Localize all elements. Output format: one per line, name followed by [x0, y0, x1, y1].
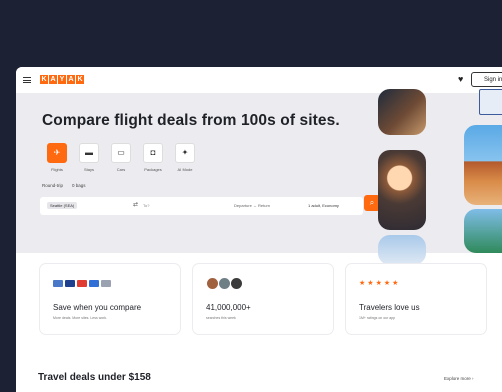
travel-photo: [378, 235, 426, 265]
tab-ai-mode[interactable]: ✦ AI Mode: [174, 143, 196, 172]
tab-label: Flights: [51, 167, 63, 172]
partner-logo: [65, 279, 75, 287]
sparkle-icon: ✦: [175, 143, 195, 163]
feature-card: 41,000,000+ searches this week: [193, 264, 333, 334]
card-title: 41,000,000+: [206, 303, 251, 312]
logo-letter: K: [76, 75, 84, 84]
tab-label: Packages: [144, 167, 162, 172]
suitcase-icon: ◘: [143, 143, 163, 163]
car-icon: ▭: [111, 143, 131, 163]
logo-letter: K: [40, 75, 48, 84]
feature-card: Save when you compare More deals. More s…: [40, 264, 180, 334]
tab-packages[interactable]: ◘ Packages: [142, 143, 164, 172]
travel-photo: [378, 89, 426, 135]
traveler-avatars: [206, 276, 243, 290]
tab-label: AI Mode: [177, 167, 193, 172]
trip-type-dropdown[interactable]: Round-trip: [42, 183, 63, 188]
date-picker[interactable]: Departure ↔ Return: [234, 203, 270, 208]
logo[interactable]: K A Y A K: [40, 75, 84, 84]
card-title: Travelers love us: [359, 303, 420, 312]
vertical-tabs: ✈ Flights ▬ Stays ▭ Cars ◘ Packages ✦ AI…: [46, 143, 196, 172]
rating-stars: ★ ★ ★ ★ ★: [359, 276, 398, 290]
travel-photo: [464, 125, 502, 205]
tab-cars[interactable]: ▭ Cars: [110, 143, 132, 172]
logo-letter: Y: [58, 75, 66, 84]
card-subtitle: 1M+ ratings on our app: [359, 316, 396, 320]
star-icon: ★: [367, 279, 374, 287]
sign-in-button[interactable]: Sign in: [471, 72, 502, 87]
bed-icon: ▬: [79, 143, 99, 163]
explore-more-link[interactable]: Explore more ›: [444, 376, 474, 381]
card-subtitle: searches this week: [206, 316, 236, 320]
logo-letter: A: [49, 75, 57, 84]
section-title: Travel deals under $158: [38, 372, 151, 383]
travel-photo: [464, 209, 502, 253]
plane-icon: ✈: [47, 143, 67, 163]
avatar: [230, 276, 243, 290]
tab-stays[interactable]: ▬ Stays: [78, 143, 100, 172]
bags-dropdown[interactable]: 0 bags: [72, 183, 86, 188]
tab-label: Cars: [116, 167, 126, 172]
partner-logos: [53, 276, 111, 290]
destination-field[interactable]: To?: [143, 203, 149, 208]
travel-photo: [378, 150, 426, 230]
menu-icon[interactable]: [23, 77, 31, 83]
swap-icon[interactable]: ⇄: [133, 201, 138, 208]
star-icon: ★: [359, 279, 366, 287]
browser-window: K A Y A K ♥ Sign in Compare flight deals…: [16, 67, 502, 392]
search-icon: ⌕: [369, 198, 375, 207]
card-title: Save when you compare: [53, 303, 142, 312]
feature-card: ★ ★ ★ ★ ★ Travelers love us 1M+ ratings …: [346, 264, 486, 334]
tab-label: Stays: [83, 167, 94, 172]
top-bar: K A Y A K ♥ Sign in: [16, 67, 502, 93]
partner-logo: [77, 279, 87, 287]
tab-flights[interactable]: ✈ Flights: [46, 143, 68, 172]
trip-options: Round-trip 0 bags: [42, 183, 86, 188]
card-subtitle: More deals. More sites. Less work.: [53, 316, 108, 320]
partner-logo: [101, 279, 111, 287]
star-icon: ★: [375, 279, 382, 287]
heart-icon[interactable]: ♥: [458, 74, 463, 84]
page-title: Compare flight deals from 100s of sites.: [42, 112, 340, 129]
star-icon: ★: [392, 279, 399, 287]
partner-logo: [53, 279, 63, 287]
partner-logo: [89, 279, 99, 287]
travel-photo: [479, 89, 502, 115]
logo-letter: A: [67, 75, 75, 84]
star-icon: ★: [383, 279, 391, 287]
origin-field[interactable]: Seattle (SEA): [47, 202, 78, 209]
passenger-selector[interactable]: 1 adult, Economy: [308, 203, 339, 208]
photo-collage: [376, 89, 502, 265]
flight-search-bar: Seattle (SEA) ⇄ To? Departure ↔ Return 1…: [40, 195, 380, 215]
